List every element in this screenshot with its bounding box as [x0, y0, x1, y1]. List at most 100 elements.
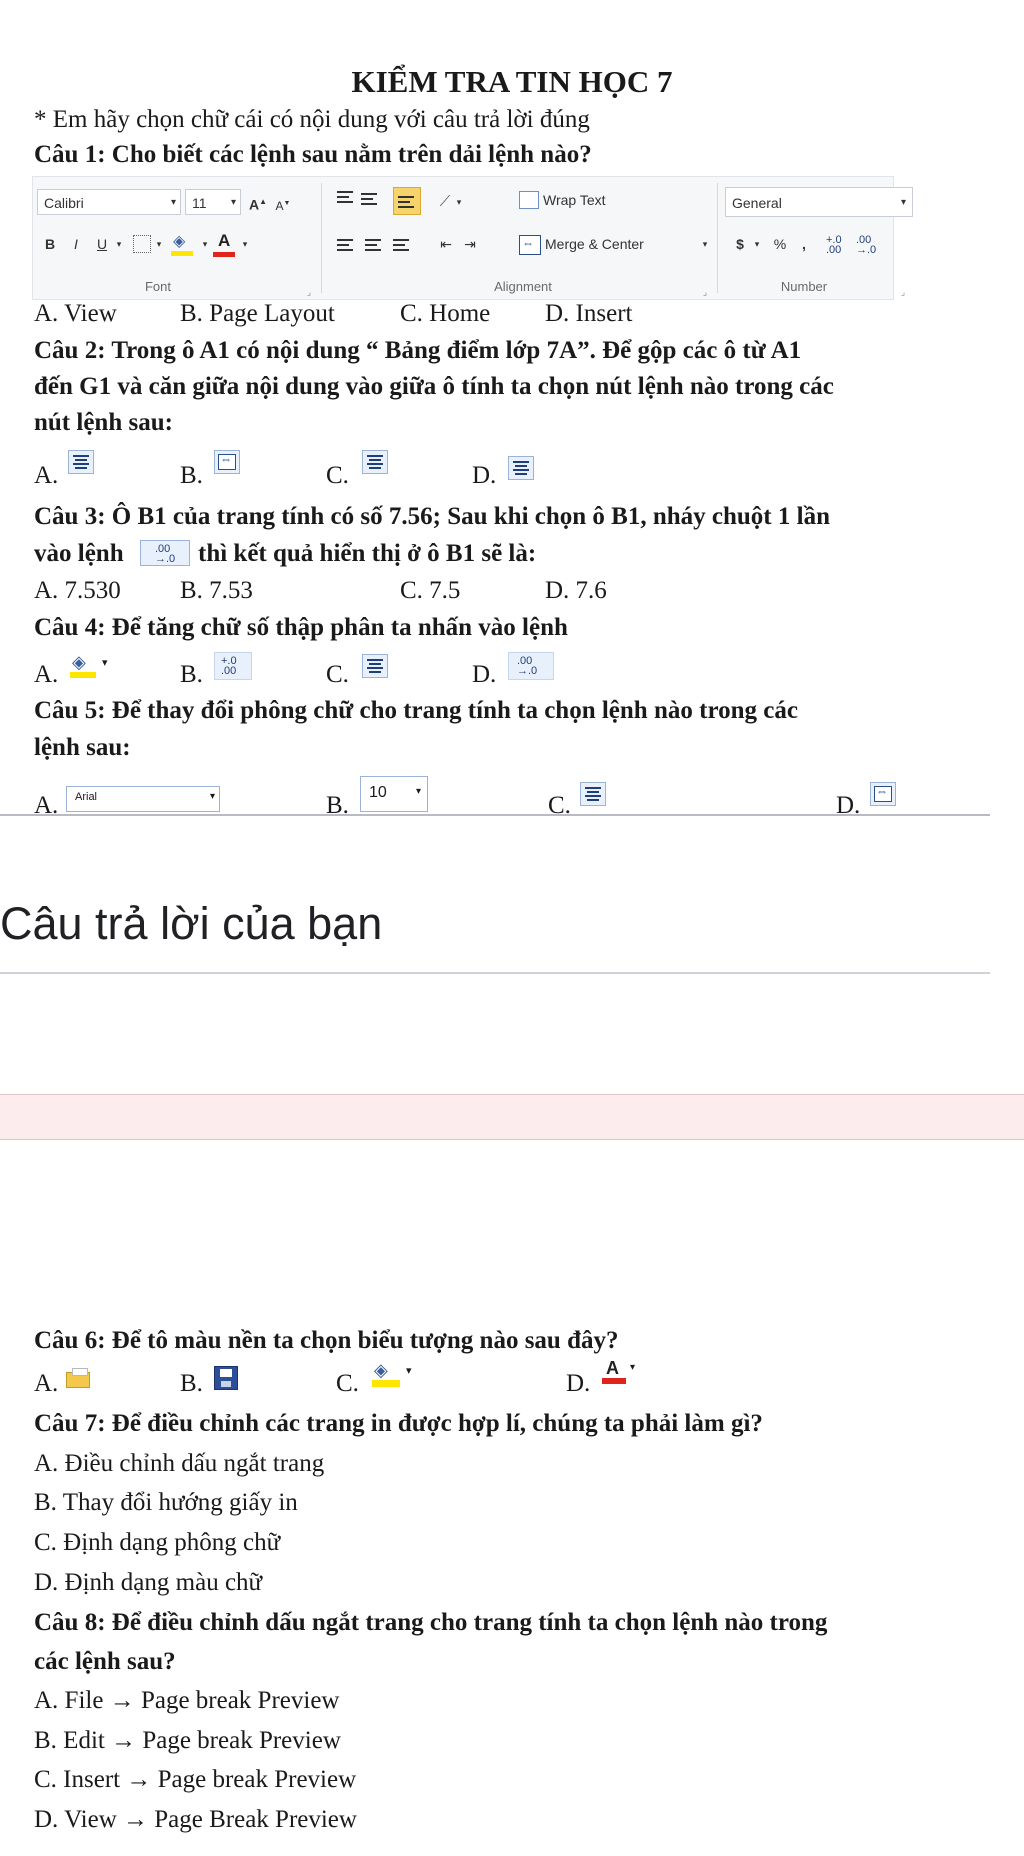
increase-indent-icon: ⇥ [464, 236, 476, 252]
wrap-text-label: Wrap Text [543, 192, 606, 208]
q2-label-a: A. [34, 462, 59, 489]
shrink-font-icon: A▼ [275, 199, 291, 213]
font-size-box: 10 ▾ [360, 776, 428, 812]
q6-label-d: D. [566, 1370, 591, 1397]
align-middle-icon [362, 450, 388, 474]
borders-icon [133, 235, 151, 253]
q4-label-d: D. [472, 661, 497, 688]
align-left-icon [335, 237, 357, 255]
page-title: KIỂM TRA TIN HỌC 7 [351, 64, 673, 99]
q6-label-b: B. [180, 1370, 203, 1397]
decrease-indent-icon: ⇤ [440, 236, 452, 252]
dialog-launcher-icon: ⌟ [900, 287, 906, 297]
font-size-value: 10 [369, 784, 387, 801]
chevron-down-icon: ▾ [116, 239, 122, 249]
question-2-line-2: đến G1 và căn giữa nội dung vào giữa ô t… [34, 373, 834, 400]
q7-option-d: D. Định dạng màu chữ [34, 1569, 263, 1596]
fill-color-icon: ◈ ▾ [370, 1360, 422, 1390]
comma-style-icon: , [802, 236, 806, 252]
q8-option-b: B. Edit → Page break Preview [34, 1727, 341, 1754]
align-center-icon [363, 237, 385, 255]
increase-decimal-icon: +.0.00 [214, 652, 252, 680]
grow-font-icon: A▲ [248, 196, 268, 213]
q3-option-a: A. 7.530 [34, 577, 121, 604]
q8-option-d: D. View → Page Break Preview [34, 1806, 357, 1833]
wrap-text-icon [519, 191, 539, 209]
instruction: * Em hãy chọn chữ cái có nội dung với câ… [34, 106, 590, 133]
merge-center-icon [870, 782, 896, 806]
font-color-icon: A ▾ [600, 1358, 646, 1390]
q6-label-a: A. [34, 1370, 59, 1397]
question-3-line-2-start: vào lệnh [34, 540, 124, 567]
align-middle-icon [359, 191, 381, 209]
answer-input[interactable] [0, 1094, 1024, 1140]
question-1: Câu 1: Cho biết các lệnh sau nằm trên dả… [34, 141, 592, 168]
divider [0, 972, 990, 974]
fill-color-icon: ◈ ▾ [68, 652, 118, 680]
currency-icon: $ [736, 236, 744, 252]
chevron-down-icon: ▾ [754, 239, 760, 249]
chevron-down-icon: ▾ [415, 786, 421, 797]
image-bottom-border [0, 814, 990, 816]
merge-center-icon [214, 450, 240, 474]
q2-label-b: B. [180, 462, 203, 489]
chevron-down-icon: ▾ [209, 791, 215, 802]
orientation-icon: ⟋ [439, 193, 451, 210]
q1-option-b: B. Page Layout [180, 300, 335, 327]
merge-center-icon: ⇔ [519, 235, 541, 255]
font-color-icon: A [213, 231, 237, 257]
q2-label-c: C. [326, 462, 349, 489]
q7-option-b: B. Thay đổi hướng giấy in [34, 1489, 298, 1516]
question-2-line-1: Câu 2: Trong ô A1 có nội dung “ Bảng điể… [34, 337, 802, 364]
question-4: Câu 4: Để tăng chữ số thập phân ta nhấn … [34, 614, 568, 641]
number-format-box: General ▾ [725, 187, 913, 217]
chevron-down-icon: ▾ [156, 239, 162, 249]
group-label-number: Number [780, 279, 828, 294]
q6-label-c: C. [336, 1370, 359, 1397]
q2-label-d: D. [472, 462, 497, 489]
q4-label-b: B. [180, 661, 203, 688]
group-label-alignment: Alignment [494, 279, 552, 294]
group-separator [717, 183, 718, 293]
q3-option-d: D. 7.6 [545, 577, 607, 604]
align-top-icon [68, 450, 94, 474]
increase-decimal-icon: +.0.00 [826, 234, 842, 256]
chevron-down-icon: ▾ [230, 197, 236, 208]
align-center-icon [580, 782, 606, 806]
q8-option-a: A. File → Page break Preview [34, 1687, 340, 1714]
q1-option-a: A. View [34, 300, 117, 327]
question-8-line-2: các lệnh sau? [34, 1648, 176, 1675]
bold-icon: B [44, 236, 56, 252]
q7-option-a: A. Điều chỉnh dấu ngắt trang [34, 1450, 325, 1477]
group-separator [321, 183, 322, 293]
dialog-launcher-icon: ⌟ [702, 287, 708, 297]
q3-option-c: C. 7.5 [400, 577, 461, 604]
italic-icon: I [74, 236, 78, 252]
chevron-down-icon: ▾ [202, 239, 208, 249]
decrease-decimal-icon: .00 →.0 [856, 234, 877, 256]
save-icon [214, 1366, 238, 1390]
question-5-line-1: Câu 5: Để thay đổi phông chữ cho trang t… [34, 697, 798, 724]
q3-option-b: B. 7.53 [180, 577, 253, 604]
chevron-down-icon: ▾ [170, 197, 176, 208]
chevron-down-icon: ▾ [456, 197, 462, 207]
font-name-box: Calibri ▾ [37, 189, 181, 215]
group-label-font: Font [144, 279, 171, 294]
question-3-line-2-end: thì kết quả hiển thị ở ô B1 sẽ là: [198, 540, 537, 567]
decrease-decimal-icon: .00 →.0 [140, 540, 190, 566]
ribbon-screenshot: Calibri ▾ 11 ▾ A▲ A▼ B I U ▾ ▾ ◈ ▾ A ▾ F… [32, 176, 913, 300]
percent-icon: % [773, 236, 787, 252]
number-format-value: General [732, 195, 782, 211]
fill-color-icon: ◈ [171, 231, 197, 257]
open-folder-icon [66, 1366, 92, 1390]
q8-option-c: C. Insert → Page break Preview [34, 1766, 357, 1793]
question-5-line-2: lệnh sau: [34, 734, 131, 761]
font-size-value: 11 [192, 195, 207, 211]
underline-icon: U [96, 236, 108, 252]
question-7: Câu 7: Để điều chỉnh các trang in được h… [34, 1410, 763, 1437]
font-size-box: 11 ▾ [185, 189, 241, 215]
chevron-down-icon: ▾ [900, 197, 906, 208]
q4-label-a: A. [34, 661, 59, 688]
q1-option-d: D. Insert [545, 300, 633, 327]
align-center-icon [362, 654, 388, 678]
